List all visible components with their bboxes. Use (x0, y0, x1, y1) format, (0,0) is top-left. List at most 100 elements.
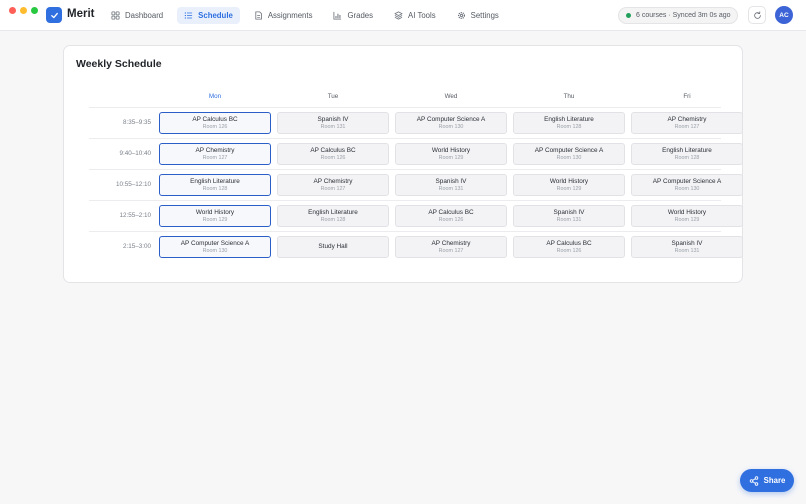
class-name: Spanish IV (317, 115, 349, 123)
nav-item-ai-tools[interactable]: AI Tools (387, 7, 443, 24)
nav-label: Settings (470, 11, 499, 20)
class-cell[interactable]: AP Calculus BC Room 126 (395, 205, 507, 227)
class-cell[interactable]: World History Room 129 (395, 143, 507, 165)
day-header-fri: Fri (683, 93, 691, 100)
class-name: English Literature (662, 146, 712, 154)
class-room: Room 131 (320, 123, 346, 130)
class-cell[interactable]: World History Room 129 (513, 174, 625, 196)
class-name: World History (195, 208, 235, 216)
refresh-icon (753, 10, 761, 19)
day-header-thu: Thu (563, 93, 575, 100)
class-name: World History (549, 177, 589, 185)
app-name: Merit (67, 8, 95, 20)
share-button[interactable]: Share (740, 469, 794, 492)
class-room: Room 127 (674, 123, 700, 130)
app-logo-icon (46, 7, 62, 23)
class-cell[interactable]: AP Chemistry Room 127 (631, 112, 743, 134)
class-name: AP Computer Science A (416, 115, 486, 123)
avatar-initials: AC (779, 11, 789, 19)
period-time: 12:55–2:10 (119, 212, 151, 219)
share-label: Share (763, 476, 786, 485)
class-room: Room 129 (438, 154, 464, 161)
class-cell[interactable]: World History Room 129 (631, 205, 743, 227)
window-minimize-button[interactable] (20, 7, 27, 14)
layers-icon (394, 11, 403, 20)
class-room: Room 127 (320, 185, 346, 192)
class-cell[interactable]: English Literature Room 128 (159, 174, 271, 196)
share-icon (749, 475, 758, 486)
class-cell[interactable]: AP Computer Science A Room 130 (513, 143, 625, 165)
class-cell[interactable]: AP Chemistry Room 127 (159, 143, 271, 165)
class-name: AP Chemistry (313, 177, 353, 185)
class-cell[interactable]: AP Calculus BC Room 126 (159, 112, 271, 134)
window-zoom-button[interactable] (31, 7, 38, 14)
class-name: AP Chemistry (431, 239, 471, 247)
nav-item-settings[interactable]: Settings (450, 7, 506, 24)
period-time: 10:55–12:10 (115, 181, 151, 188)
class-name: AP Computer Science A (534, 146, 604, 154)
class-room: Room 126 (202, 123, 228, 130)
class-room: Room 128 (320, 216, 346, 223)
nav-label: Assignments (267, 11, 313, 20)
class-room: Room 126 (556, 247, 582, 254)
dashboard-icon (111, 11, 120, 20)
class-name: AP Calculus BC (546, 239, 592, 247)
class-cell[interactable]: AP Chemistry Room 127 (395, 236, 507, 258)
day-header-tue: Tue (327, 93, 339, 100)
class-name: AP Calculus BC (310, 146, 356, 154)
schedule-row: 12:55–2:10 World History Room 129 English L… (89, 200, 743, 231)
class-room: Room 129 (674, 216, 700, 223)
day-header-row: Mon Tue Wed Thu Fri (89, 91, 721, 107)
class-cell[interactable]: AP Chemistry Room 127 (277, 174, 389, 196)
class-cell[interactable]: AP Computer Science A Room 130 (631, 174, 743, 196)
day-header-wed: Wed (444, 93, 458, 100)
class-name: AP Chemistry (667, 115, 707, 123)
class-room: Room 131 (556, 216, 582, 223)
nav-item-assignments[interactable]: Assignments (247, 7, 320, 24)
schedule-row: 2:15–3:00 AP Computer Science A Room 130 St… (89, 231, 743, 262)
class-room: Room 126 (320, 154, 346, 161)
class-cell[interactable]: AP Computer Science A Room 130 (395, 112, 507, 134)
schedule-grid: Mon Tue Wed Thu Fri 8:35–9:35 AP Calculus BC R… (89, 91, 743, 258)
class-cell[interactable]: World History Room 129 (159, 205, 271, 227)
main-nav: Dashboard Schedule Assignments Grades AI… (104, 7, 513, 24)
class-name: AP Computer Science A (180, 239, 250, 247)
class-cell[interactable]: Spanish IV Room 131 (631, 236, 743, 258)
window-close-button[interactable] (9, 7, 16, 14)
list-icon (184, 12, 193, 19)
class-room: Room 131 (438, 185, 464, 192)
class-room: Room 127 (438, 247, 464, 254)
class-cell[interactable]: AP Calculus BC Room 126 (277, 143, 389, 165)
refresh-button[interactable] (748, 6, 766, 24)
class-cell[interactable]: Study Hall (277, 236, 389, 258)
class-name: English Literature (544, 115, 594, 123)
sync-status-text: 6 courses · Synced 3m 0s ago (636, 12, 731, 19)
class-name: Spanish IV (553, 208, 585, 216)
status-dot (626, 13, 631, 18)
class-cell[interactable]: Spanish IV Room 131 (277, 112, 389, 134)
class-cell[interactable]: English Literature Room 128 (277, 205, 389, 227)
class-cell[interactable]: AP Calculus BC Room 126 (513, 236, 625, 258)
nav-item-grades[interactable]: Grades (326, 7, 380, 24)
class-name: Spanish IV (671, 239, 703, 247)
class-room: Room 130 (438, 123, 464, 130)
nav-label: Schedule (198, 11, 233, 20)
class-name: World History (431, 146, 471, 154)
avatar[interactable]: AC (775, 6, 793, 24)
nav-label: Grades (347, 11, 374, 20)
page-title: Weekly Schedule (76, 58, 162, 70)
nav-label: Dashboard (125, 11, 164, 20)
class-room: Room 130 (202, 247, 228, 254)
class-cell[interactable]: Spanish IV Room 131 (513, 205, 625, 227)
class-cell[interactable]: English Literature Room 128 (631, 143, 743, 165)
period-time: 2:15–3:00 (122, 243, 151, 250)
nav-item-schedule[interactable]: Schedule (177, 7, 240, 24)
schedule-row: 9:40–10:40 AP Chemistry Room 127 AP Calculu… (89, 138, 743, 169)
class-room: Room 130 (556, 154, 582, 161)
period-time: 9:40–10:40 (119, 150, 151, 157)
class-cell[interactable]: AP Computer Science A Room 130 (159, 236, 271, 258)
sync-status: 6 courses · Synced 3m 0s ago (618, 7, 738, 24)
class-cell[interactable]: English Literature Room 128 (513, 112, 625, 134)
nav-item-dashboard[interactable]: Dashboard (104, 7, 170, 24)
class-cell[interactable]: Spanish IV Room 131 (395, 174, 507, 196)
